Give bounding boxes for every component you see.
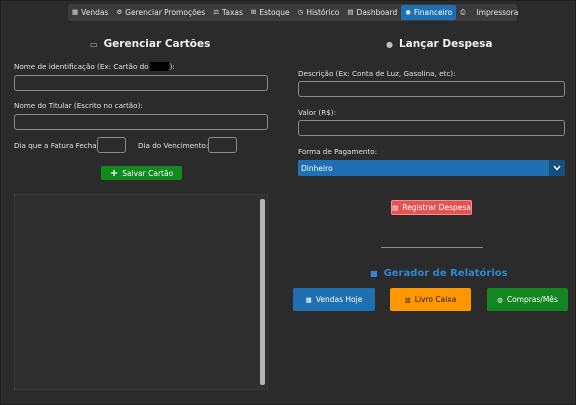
plus-icon: + [109, 167, 119, 179]
monthly-purchases-button[interactable]: ◍ Compras/Mês [487, 288, 568, 311]
closing-day-label: Dia que a Fatura Fecha: [14, 141, 100, 150]
clock-icon: ◷ [297, 8, 304, 17]
payment-method-value: Dinheiro [301, 163, 333, 173]
scale-icon: ⚖ [213, 8, 220, 17]
due-day-label: Dia do Vencimento: [138, 141, 209, 150]
credit-card-icon: ▭ [90, 39, 98, 49]
nav-item-financeiro[interactable]: ◉ Financeiro [401, 5, 457, 20]
chevron-down-icon[interactable] [549, 160, 565, 176]
due-day-input[interactable] [208, 137, 237, 153]
expense-title-text: Lançar Despesa [398, 38, 493, 50]
closing-day-input[interactable] [97, 137, 126, 153]
reports-title-text: Gerador de Relatórios [383, 268, 508, 279]
nav-item-historico[interactable]: ◷ Histórico [294, 5, 344, 20]
cash-book-label: Livro Caixa [414, 295, 457, 304]
card-name-label-prefix: Nome de identificação (Ex: Cartão do [14, 62, 149, 71]
payment-method-label: Forma de Pagamento: [298, 147, 378, 156]
sales-today-button[interactable]: ▦ Vendas Hoje [293, 288, 375, 311]
register-expense-label: Registrar Despesa [402, 203, 471, 212]
save-card-button[interactable]: + Salvar Cartão [101, 166, 182, 180]
nav-item-impressora[interactable]: ⎙ Impressora [456, 5, 522, 20]
holder-name-input[interactable] [14, 114, 268, 130]
nav-item-label: Dashboard [356, 8, 398, 17]
nav-item-label: Estoque [259, 8, 290, 17]
card-name-label-suffix: ): [169, 62, 175, 71]
nav-item-label: Impressora [476, 8, 519, 17]
description-label: Descrição (Ex: Conta de Luz, Gasolina, e… [298, 69, 456, 78]
box-icon: ⊞ [250, 8, 257, 17]
table-icon: ▦ [305, 295, 312, 304]
nav-item-label: Gerenciar Promoções [125, 8, 206, 17]
cards-title-text: Gerenciar Cartões [103, 38, 211, 50]
nav-item-gerenciar-promocoes[interactable]: ⚙ Gerenciar Promoções [112, 5, 209, 20]
value-input[interactable] [298, 120, 565, 136]
save-card-label: Salvar Cartão [122, 168, 174, 178]
cards-list-scrollbar[interactable] [260, 199, 265, 385]
receipt-icon: ▤ [392, 203, 399, 212]
ledger-icon: ▥ [404, 295, 411, 304]
cash-book-button[interactable]: ▥ Livro Caixa [390, 288, 471, 311]
money-bag-icon: ● [386, 39, 393, 49]
nav-item-label: Histórico [306, 8, 340, 17]
description-input[interactable] [298, 81, 565, 97]
top-nav: ▦ Vendas ⚙ Gerenciar Promoções ⚖ Taxas ⊞… [68, 4, 518, 21]
monthly-purchases-label: Compras/Mês [506, 295, 558, 304]
report-icon: ■ [370, 269, 378, 278]
nav-item-label: Taxas [222, 8, 243, 17]
nav-item-dashboard[interactable]: ▤ Dashboard [343, 5, 401, 20]
section-divider [381, 247, 483, 248]
cards-list-box[interactable] [14, 194, 268, 390]
sales-today-label: Vendas Hoje [315, 295, 363, 304]
money-icon: ◉ [405, 8, 411, 17]
printer-icon: ⎙ [460, 8, 466, 17]
cart-icon: ◍ [497, 295, 503, 304]
register-expense-button[interactable]: ▤ Registrar Despesa [391, 200, 472, 215]
redacted-block [149, 62, 169, 71]
cash-register-icon: ▦ [72, 8, 79, 17]
nav-item-label: Vendas [81, 8, 109, 17]
nav-item-estoque[interactable]: ⊞ Estoque [247, 5, 294, 20]
cards-section-title: ▭ Gerenciar Cartões [90, 38, 210, 50]
gear-icon: ⚙ [116, 8, 123, 17]
card-name-label: Nome de identificação (Ex: Cartão do): [14, 62, 175, 71]
payment-method-select[interactable]: Dinheiro [298, 160, 565, 176]
card-name-input[interactable] [14, 75, 268, 91]
holder-name-label: Nome do Titular (Escrito no cartão): [14, 101, 143, 110]
nav-item-taxas[interactable]: ⚖ Taxas [209, 5, 247, 20]
nav-item-vendas[interactable]: ▦ Vendas [68, 5, 112, 20]
nav-item-label: Financeiro [413, 8, 453, 17]
dashboard-icon: ▤ [347, 8, 354, 17]
reports-section-title: ■ Gerador de Relatórios [370, 268, 508, 279]
expense-section-title: ● Lançar Despesa [386, 38, 492, 50]
value-label: Valor (R$): [298, 108, 336, 117]
